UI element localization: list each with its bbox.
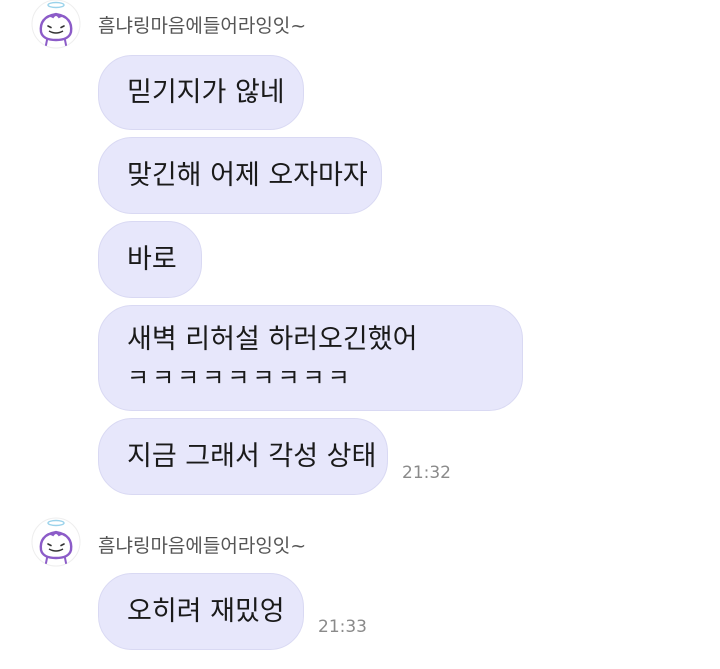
message-text: 오히려 재밌엉 <box>127 595 285 627</box>
message-bubble[interactable]: 맞긴해 어제 오자마자 <box>98 137 382 214</box>
message-text: 믿기지가 않네 <box>127 76 285 108</box>
message-timestamp: 21:32 <box>402 463 451 483</box>
message-text-line2: ㅋㅋㅋㅋㅋㅋㅋㅋㅋ <box>127 364 353 392</box>
avatar-icon[interactable] <box>31 0 81 49</box>
message-bubble[interactable]: 믿기지가 않네 <box>98 55 304 130</box>
message-text: 새벽 리허설 하러오긴했어 <box>127 324 418 355</box>
sender-name: 흠냐링마음에들어라잉잇~ <box>98 535 307 557</box>
message-bubble[interactable]: 지금 그래서 각성 상태 <box>98 418 388 495</box>
sender-name: 흠냐링마음에들어라잉잇~ <box>98 15 307 37</box>
message-text: 지금 그래서 각성 상태 <box>127 440 377 472</box>
message-group: 흠냐링마음에들어라잉잇~ 오히려 재밌엉 21:33 <box>0 510 720 669</box>
message-group: 흠냐링마음에들어라잉잇~ 믿기지가 않네 맞긴해 어제 오자마자 바로 새벽 리… <box>0 0 720 510</box>
avatar-icon[interactable] <box>31 517 81 567</box>
message-text: 맞긴해 어제 오자마자 <box>127 159 368 191</box>
message-timestamp: 21:33 <box>318 617 367 637</box>
message-bubble[interactable]: 새벽 리허설 하러오긴했어 ㅋㅋㅋㅋㅋㅋㅋㅋㅋ <box>98 305 523 411</box>
message-bubble[interactable]: 오히려 재밌엉 <box>98 573 304 650</box>
message-text: 바로 <box>127 243 177 275</box>
message-bubble[interactable]: 바로 <box>98 221 202 298</box>
